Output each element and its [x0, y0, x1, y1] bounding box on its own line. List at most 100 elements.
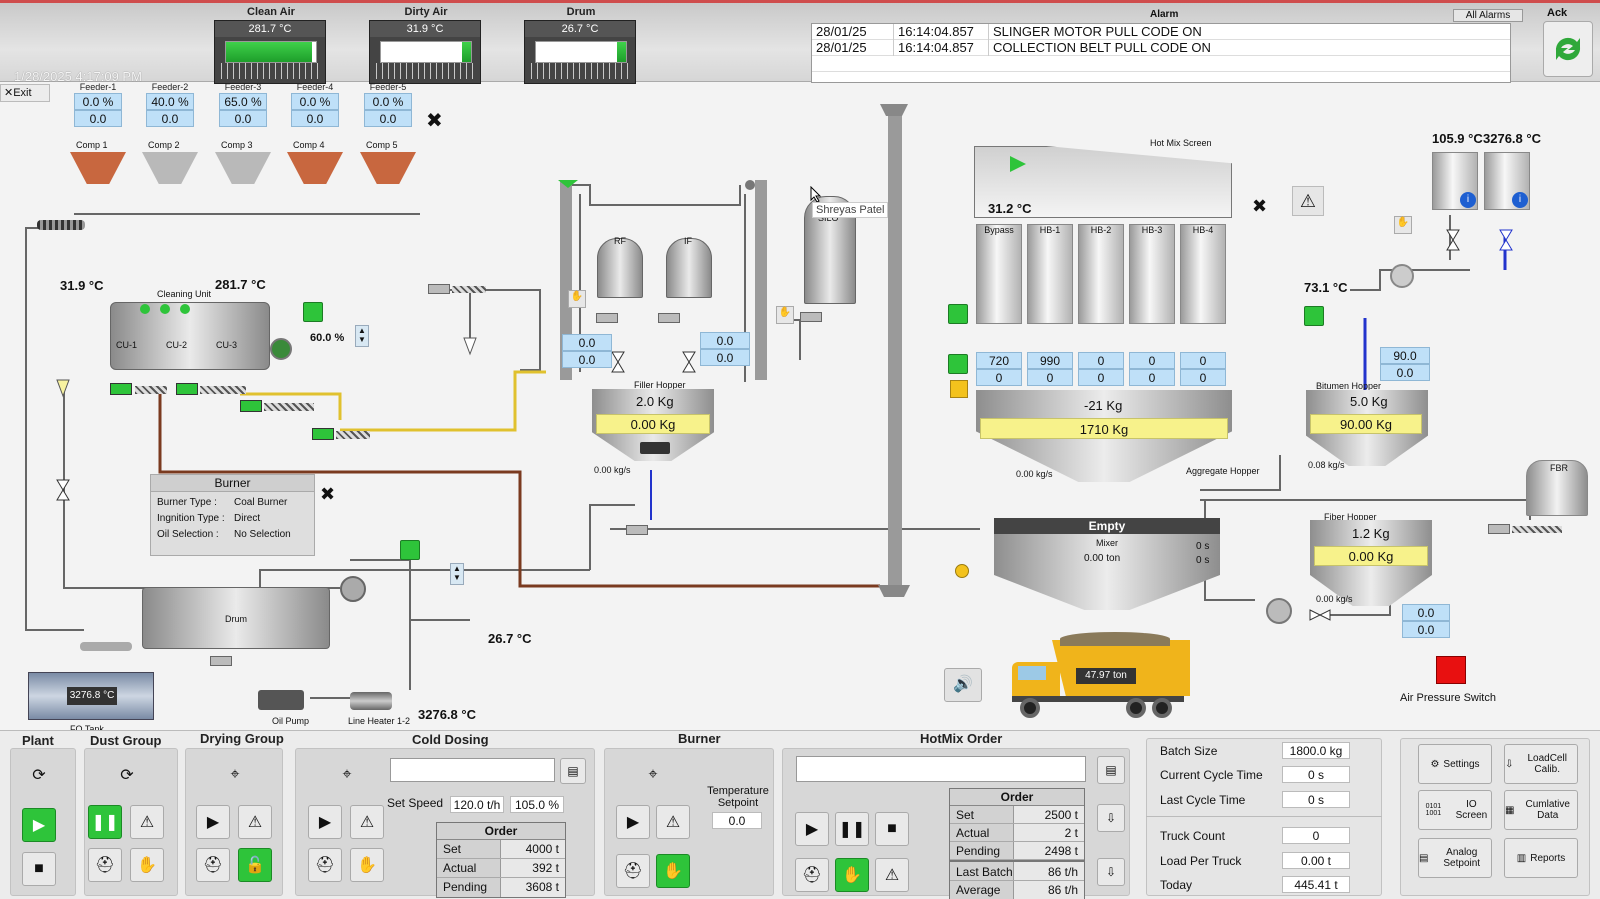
info-icon[interactable]: i	[1512, 192, 1528, 208]
cold-recipe-button[interactable]: ▤	[560, 758, 586, 784]
dust-manual-button[interactable]: ✋	[130, 848, 164, 882]
settings-button[interactable]: ⚙ Settings	[1418, 744, 1492, 784]
oil-pump[interactable]	[258, 690, 304, 710]
hotmix-recipe-input[interactable]	[796, 756, 1086, 782]
burner-alarm-button[interactable]: ⚠	[656, 805, 690, 839]
drying-lock-button[interactable]: 🔓	[238, 848, 272, 882]
fiber-values: 0.0 0.0	[1402, 604, 1450, 638]
binary-icon: 0101 1001	[1425, 803, 1442, 817]
hotmix-manual-button[interactable]: ✋	[835, 858, 869, 892]
damper-stepper[interactable]: ▲ ▼	[355, 325, 369, 347]
hot-bin-values: 720 0 990 0 00 00 00	[976, 352, 1226, 386]
meter-icon: ▤	[1419, 852, 1429, 864]
bitumen-temp-1: 105.9 °C	[1432, 131, 1483, 146]
hotmix-reset-button[interactable]: ⛑	[795, 858, 829, 892]
info-icon[interactable]: i	[1460, 192, 1476, 208]
analog-setpoint-button[interactable]: ▤ Analog Setpoint	[1418, 838, 1492, 878]
stat-label: Truck Count	[1160, 829, 1225, 843]
drying-start-button[interactable]: ▶	[196, 805, 230, 839]
target-icon: ⌖	[230, 766, 240, 783]
warning-icon[interactable]: ⚠	[1292, 186, 1324, 216]
temp-setpoint-value[interactable]: 0.0	[712, 812, 762, 829]
burner-fan-icon[interactable]	[340, 576, 366, 602]
reports-button[interactable]: ▥ Reports	[1504, 838, 1578, 878]
plant-start-button[interactable]: ▶	[22, 808, 56, 842]
burner-manual-button[interactable]: ✋	[656, 854, 690, 888]
play-icon[interactable]	[1010, 156, 1026, 172]
bitumen-pump[interactable]	[1390, 264, 1414, 288]
hotmix-recipe-button[interactable]: ▤	[1097, 756, 1125, 784]
fo-tank[interactable]: 3276.8 °C	[28, 672, 154, 720]
cumulative-data-button[interactable]: ▦ Cumlative Data	[1504, 790, 1578, 830]
cold-recipe-input[interactable]	[390, 758, 555, 782]
hotmix-start-button[interactable]: ▶	[795, 812, 829, 846]
lock-icon[interactable]	[950, 380, 968, 398]
dust-reset-button[interactable]: ⛑	[88, 848, 122, 882]
gate-button[interactable]	[948, 354, 968, 374]
drying-reset-button[interactable]: ⛑	[196, 848, 230, 882]
rf-silo[interactable]	[597, 238, 643, 298]
hand-icon[interactable]: ✋	[776, 306, 794, 324]
drum-label: Drum	[225, 614, 247, 624]
cold-manual-button[interactable]: ✋	[350, 848, 384, 882]
cold-reset-button[interactable]: ⛑	[308, 848, 342, 882]
set-speed-percent[interactable]: 105.0 %	[510, 796, 564, 813]
drying-alarm-button[interactable]: ⚠	[238, 805, 272, 839]
hot-bin-4[interactable]	[1180, 224, 1226, 324]
hand-icon[interactable]: ✋	[1394, 216, 1412, 234]
hotmix-pause-button[interactable]: ❚❚	[835, 812, 869, 846]
burner-hand-button[interactable]	[400, 540, 420, 560]
line-heater[interactable]	[350, 692, 392, 710]
filler-hopper-label: Filler Hopper	[634, 380, 686, 390]
set-speed-value[interactable]: 120.0 t/h	[450, 796, 504, 813]
fan-icon[interactable]	[270, 338, 292, 360]
fiber-blower[interactable]	[1266, 598, 1292, 624]
scale-icon: ⇩	[1505, 758, 1514, 770]
truck[interactable]: 47.97 ton	[1012, 632, 1190, 720]
io-screen-button[interactable]: 0101 1001 IO Screen	[1418, 790, 1492, 830]
hotmix-download-button[interactable]: ⇩	[1097, 804, 1125, 832]
plant-stop-button[interactable]: ■	[22, 852, 56, 886]
screen-tools-icon[interactable]: ✖	[1252, 196, 1267, 217]
hot-bin-2[interactable]	[1078, 224, 1124, 324]
hand-icon[interactable]: ✋	[568, 290, 586, 308]
dust-alarm-button[interactable]: ⚠	[130, 805, 164, 839]
table-icon: ▦	[1505, 804, 1515, 816]
mixer-motor-icon[interactable]	[955, 564, 969, 578]
ignition-type: Direct	[234, 513, 261, 524]
line-heater-label: Line Heater 1-2	[348, 716, 411, 726]
burner-tools-icon[interactable]: ✖	[320, 484, 335, 505]
if-silo[interactable]	[666, 238, 712, 298]
hotmix-alarm-button[interactable]: ⚠	[875, 858, 909, 892]
hotmix-stop-button[interactable]: ■	[875, 812, 909, 846]
table-row: Actual 392 t	[437, 859, 565, 878]
cold-alarm-button[interactable]: ⚠	[350, 805, 384, 839]
hot-bin-bypass[interactable]	[976, 224, 1022, 324]
cu-1-label: CU-1	[116, 340, 138, 350]
today-value: 445.41 t	[1282, 876, 1350, 893]
burner-reset-button[interactable]: ⛑	[616, 854, 650, 888]
current-cycle-value: 0 s	[1282, 766, 1350, 783]
set-speed-label: Set Speed	[387, 796, 444, 810]
horn-icon[interactable]: 🔊	[944, 668, 982, 702]
cycle-icon: ⟳	[120, 767, 134, 784]
cold-start-button[interactable]: ▶	[308, 805, 342, 839]
bitumen-temp-2: 3276.8 °C	[1483, 131, 1541, 146]
oil-pump-label: Oil Pump	[272, 716, 310, 726]
hot-bin-1[interactable]	[1027, 224, 1073, 324]
cleaning-unit[interactable]	[110, 302, 270, 370]
burner-stepper[interactable]: ▲ ▼	[450, 563, 464, 585]
dust-pause-button[interactable]: ❚❚	[88, 805, 122, 839]
loadcell-calib-button[interactable]: ⇩ LoadCell Calib.	[1504, 744, 1578, 784]
batch-size-value: 1800.0 kg	[1282, 742, 1350, 759]
burner-start-button[interactable]: ▶	[616, 805, 650, 839]
hot-bin-3[interactable]	[1129, 224, 1175, 324]
burner-type-label: Burner Type :	[157, 497, 217, 508]
filler-weight: 2.0 Kg	[636, 394, 674, 409]
damper-hand-button[interactable]	[303, 302, 323, 322]
hand-button[interactable]	[1304, 306, 1324, 326]
truck-count-value: 0	[1282, 827, 1350, 844]
hotmix-filter-button[interactable]: ⇩	[1097, 858, 1125, 886]
order-title: Order	[950, 789, 1084, 806]
hand-button[interactable]	[948, 304, 968, 324]
